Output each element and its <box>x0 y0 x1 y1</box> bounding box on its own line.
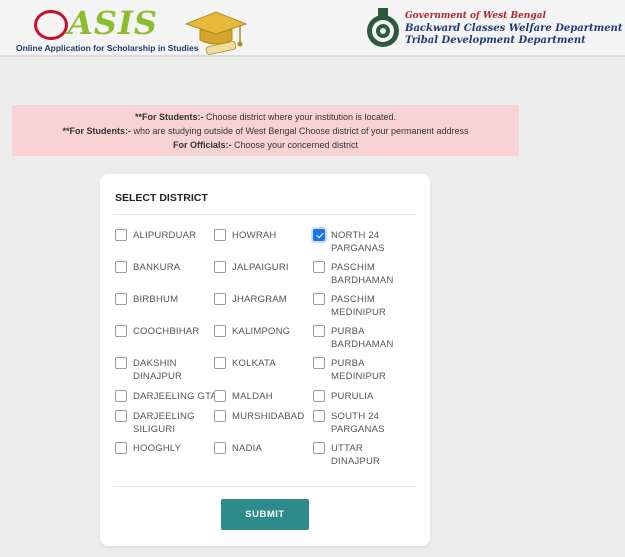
district-checkbox[interactable] <box>214 293 226 305</box>
district-option[interactable]: JHARGRAM <box>214 293 309 321</box>
district-label: PASCHIM BARDHAMAN <box>331 262 394 286</box>
logo-subtitle: Online Application for Scholarship in St… <box>16 43 199 53</box>
district-checkbox[interactable] <box>214 229 226 241</box>
dept-name-1: Backward Classes Welfare Department <box>405 23 623 34</box>
district-checkbox[interactable] <box>313 442 325 454</box>
district-label: PURBA BARDHAMAN <box>331 326 394 350</box>
district-option[interactable]: NORTH 24 PARGANAS <box>313 229 408 257</box>
district-label: PASCHIM MEDINIPUR <box>331 294 387 318</box>
graduation-cap-icon <box>184 11 248 55</box>
submit-button[interactable]: SUBMIT <box>221 499 309 530</box>
district-option[interactable]: PASCHIM MEDINIPUR <box>313 293 408 321</box>
district-option[interactable]: MURSHIDABAD <box>214 410 309 438</box>
district-label: PURBA MEDINIPUR <box>331 358 387 382</box>
district-checkbox[interactable] <box>313 229 325 241</box>
notice-line-2: **For Students:- who are studying outsid… <box>62 126 469 136</box>
dept-name-2: Tribal Development Department <box>405 35 586 46</box>
divider <box>114 214 416 215</box>
district-checkbox[interactable] <box>115 442 127 454</box>
instructions-notice: **For Students:- Choose district where y… <box>12 105 519 156</box>
district-checkbox[interactable] <box>313 357 325 369</box>
district-label: NORTH 24 PARGANAS <box>331 230 385 254</box>
district-checkbox[interactable] <box>313 390 325 402</box>
district-checkbox[interactable] <box>313 325 325 337</box>
district-checkbox[interactable] <box>214 410 226 422</box>
district-checkbox[interactable] <box>115 410 127 422</box>
district-option[interactable]: HOOGHLY <box>115 442 210 470</box>
district-option[interactable]: HOWRAH <box>214 229 309 257</box>
card-title: SELECT DISTRICT <box>115 192 208 204</box>
district-option[interactable]: DAKSHIN DINAJPUR <box>115 357 210 385</box>
district-label: UTTAR DINAJPUR <box>331 443 381 467</box>
district-option[interactable]: KALIMPONG <box>214 325 309 353</box>
district-checkbox[interactable] <box>214 390 226 402</box>
divider <box>114 486 416 487</box>
notice-line-3: For Officials:- Choose your concerned di… <box>172 140 359 150</box>
district-label: SOUTH 24 PARGANAS <box>331 411 385 435</box>
district-checkbox[interactable] <box>115 390 127 402</box>
west-bengal-emblem-icon <box>367 8 399 47</box>
district-checkbox[interactable] <box>214 325 226 337</box>
district-option[interactable]: PURBA MEDINIPUR <box>313 357 408 385</box>
district-checkbox[interactable] <box>115 325 127 337</box>
oasis-logo[interactable]: ASIS Online Application for Scholarship … <box>10 4 248 55</box>
district-option[interactable]: KOLKATA <box>214 357 309 385</box>
district-option[interactable]: BANKURA <box>115 261 210 289</box>
site-header: ASIS Online Application for Scholarship … <box>0 0 625 57</box>
notice-line-1: **For Students:- Choose district where y… <box>134 112 397 122</box>
district-label: PURULIA <box>331 391 374 402</box>
district-checkbox[interactable] <box>115 229 127 241</box>
district-option[interactable]: UTTAR DINAJPUR <box>313 442 408 470</box>
district-option[interactable]: JALPAIGURI <box>214 261 309 289</box>
district-checkbox[interactable] <box>115 293 127 305</box>
district-option[interactable]: SOUTH 24 PARGANAS <box>313 410 408 438</box>
district-option[interactable]: BIRBHUM <box>115 293 210 321</box>
govt-branding: Government of West Bengal Backward Class… <box>360 4 625 54</box>
district-option[interactable]: DARJEELING SILIGURI <box>115 410 210 438</box>
district-checkbox[interactable] <box>313 410 325 422</box>
govt-name: Government of West Bengal <box>405 11 546 21</box>
district-checkbox[interactable] <box>214 261 226 273</box>
district-checkbox[interactable] <box>214 442 226 454</box>
district-option[interactable]: ALIPURDUAR <box>115 229 210 257</box>
district-checkbox[interactable] <box>313 293 325 305</box>
district-checkbox[interactable] <box>115 357 127 369</box>
district-checkbox[interactable] <box>214 357 226 369</box>
district-option[interactable]: NADIA <box>214 442 309 470</box>
district-option[interactable]: PURBA BARDHAMAN <box>313 325 408 353</box>
district-checkbox[interactable] <box>313 261 325 273</box>
district-checkbox[interactable] <box>115 261 127 273</box>
logo-text: ASIS <box>68 4 159 42</box>
district-select-card: SELECT DISTRICT ALIPURDUAR HOWRAH NORTH 24… <box>100 174 430 546</box>
district-option[interactable]: PASCHIM BARDHAMAN <box>313 261 408 289</box>
district-option[interactable]: COOCHBIHAR <box>115 325 210 353</box>
